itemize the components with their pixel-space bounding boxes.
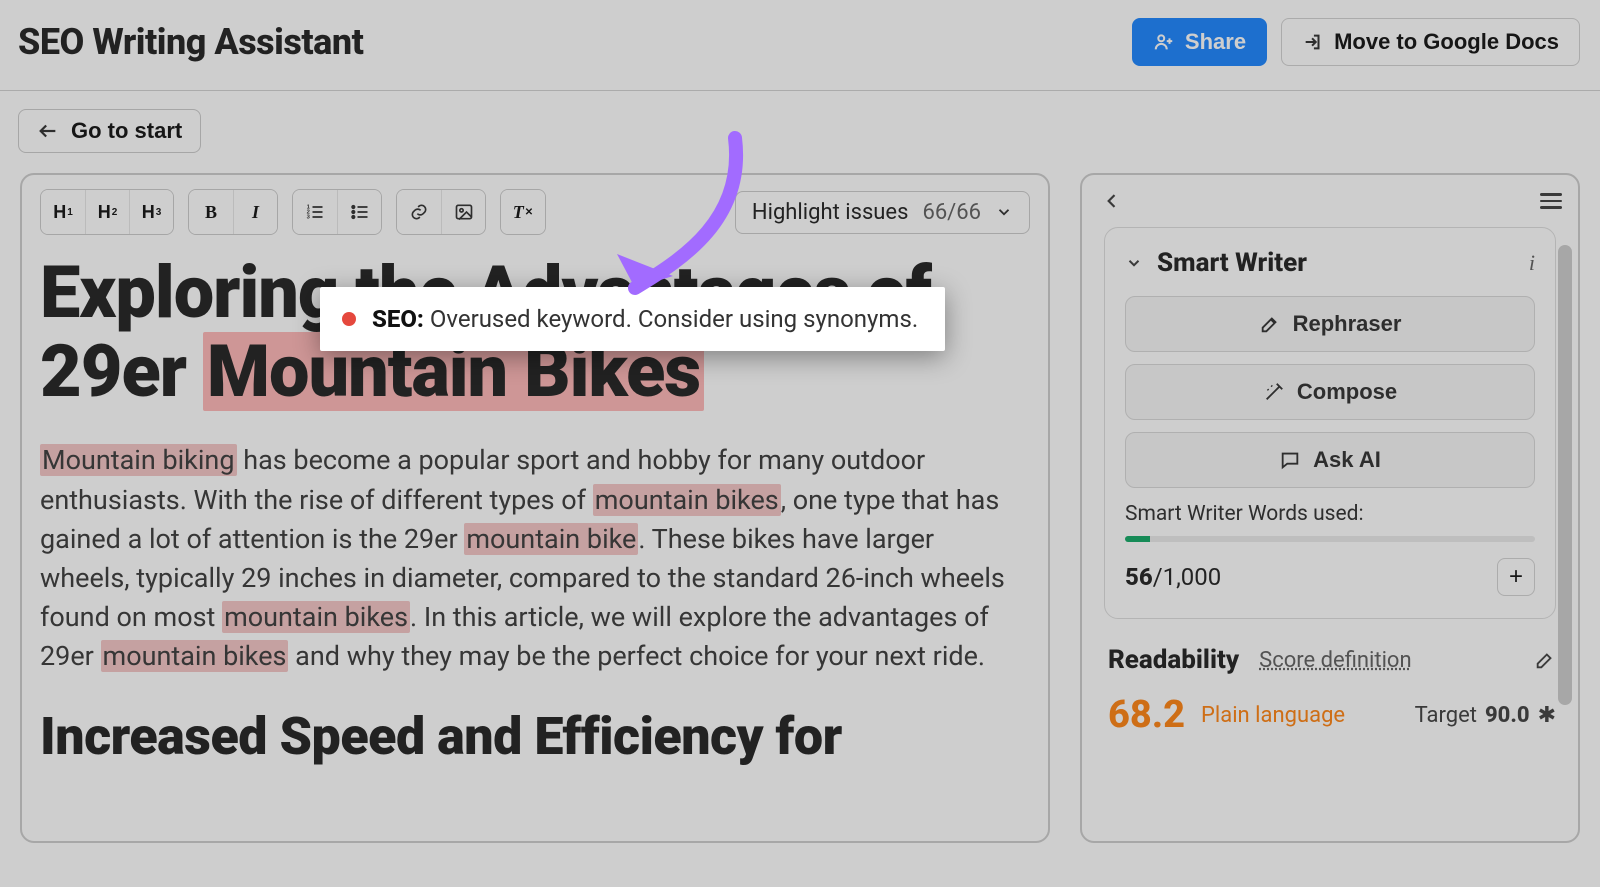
rephraser-button[interactable]: Rephraser <box>1125 296 1535 352</box>
image-button[interactable] <box>441 190 485 234</box>
usage-label: Smart Writer Words used: <box>1125 502 1535 526</box>
readability-title: Readability <box>1108 645 1239 675</box>
chevron-down-icon[interactable] <box>1125 254 1143 272</box>
readability-score: 68.2 <box>1108 693 1185 737</box>
smart-writer-card: Smart Writer i Rephraser Compose Ask AI … <box>1104 227 1556 619</box>
menu-icon[interactable] <box>1540 193 1562 209</box>
move-to-docs-button[interactable]: Move to Google Docs <box>1281 18 1580 66</box>
severity-dot-icon <box>342 312 356 326</box>
arrow-left-icon <box>37 120 59 142</box>
bold-button[interactable]: B <box>189 190 233 234</box>
unordered-list-icon <box>350 202 370 222</box>
edit-icon <box>1259 313 1281 335</box>
add-words-button[interactable]: + <box>1497 558 1535 596</box>
annotation-arrow-icon <box>595 128 775 318</box>
ask-ai-button[interactable]: Ask AI <box>1125 432 1535 488</box>
highlight-issues-dropdown[interactable]: Highlight issues 66/66 <box>735 191 1030 234</box>
svg-text:3: 3 <box>307 215 311 221</box>
clear-format-button[interactable]: T✕ <box>501 190 545 234</box>
kw-highlight[interactable]: mountain bikes <box>222 601 410 633</box>
article-subheading[interactable]: Increased Speed and Efficiency for <box>40 706 1030 767</box>
go-to-start-button[interactable]: Go to start <box>18 109 201 153</box>
scrollbar-thumb[interactable] <box>1558 245 1572 705</box>
readability-target: Target 90.0 ✱ <box>1415 703 1556 728</box>
h1-button[interactable]: H1 <box>41 190 85 234</box>
issue-count: 66/66 <box>922 200 981 225</box>
compose-button[interactable]: Compose <box>1125 364 1535 420</box>
ordered-list-button[interactable]: 123 <box>293 190 337 234</box>
image-icon <box>454 202 474 222</box>
tooltip-label: SEO: <box>372 305 424 333</box>
smart-writer-title: Smart Writer <box>1157 248 1307 278</box>
side-panel: Smart Writer i Rephraser Compose Ask AI … <box>1080 173 1580 843</box>
share-button[interactable]: Share <box>1132 18 1267 66</box>
article-paragraph[interactable]: Mountain biking has become a popular spo… <box>40 441 1030 676</box>
go-to-start-label: Go to start <box>71 118 182 144</box>
page-title: SEO Writing Assistant <box>18 21 363 63</box>
editor-pane: H1 H2 H3 B I 123 <box>20 173 1050 843</box>
kw-highlight[interactable]: mountain bikes <box>101 640 289 672</box>
usage-bar <box>1125 536 1535 542</box>
h2-button[interactable]: H2 <box>85 190 129 234</box>
share-label: Share <box>1185 29 1246 55</box>
info-icon[interactable]: i <box>1529 250 1535 276</box>
chat-icon <box>1279 449 1301 471</box>
export-icon <box>1302 31 1324 53</box>
sparkle-icon: ✱ <box>1538 703 1556 728</box>
kw-highlight[interactable]: mountain bikes <box>593 484 781 516</box>
highlight-label: Highlight issues <box>752 200 909 225</box>
kw-highlight[interactable]: Mountain biking <box>40 444 237 476</box>
unordered-list-button[interactable] <box>337 190 381 234</box>
person-add-icon <box>1153 31 1175 53</box>
pencil-icon[interactable] <box>1534 649 1556 671</box>
usage-count: 56/1,000 <box>1125 563 1221 591</box>
link-icon <box>409 202 429 222</box>
wand-icon <box>1263 381 1285 403</box>
link-button[interactable] <box>397 190 441 234</box>
editor-toolbar: H1 H2 H3 B I 123 <box>40 189 1030 235</box>
kw-highlight[interactable]: mountain bike <box>464 523 638 555</box>
ordered-list-icon: 123 <box>305 202 325 222</box>
h3-button[interactable]: H3 <box>129 190 173 234</box>
chevron-down-icon <box>995 203 1013 221</box>
chevron-left-icon[interactable] <box>1102 191 1122 211</box>
plain-language-label: Plain language <box>1201 703 1345 728</box>
italic-button[interactable]: I <box>233 190 277 234</box>
move-label: Move to Google Docs <box>1334 29 1559 55</box>
score-definition-link[interactable]: Score definition <box>1259 648 1412 673</box>
